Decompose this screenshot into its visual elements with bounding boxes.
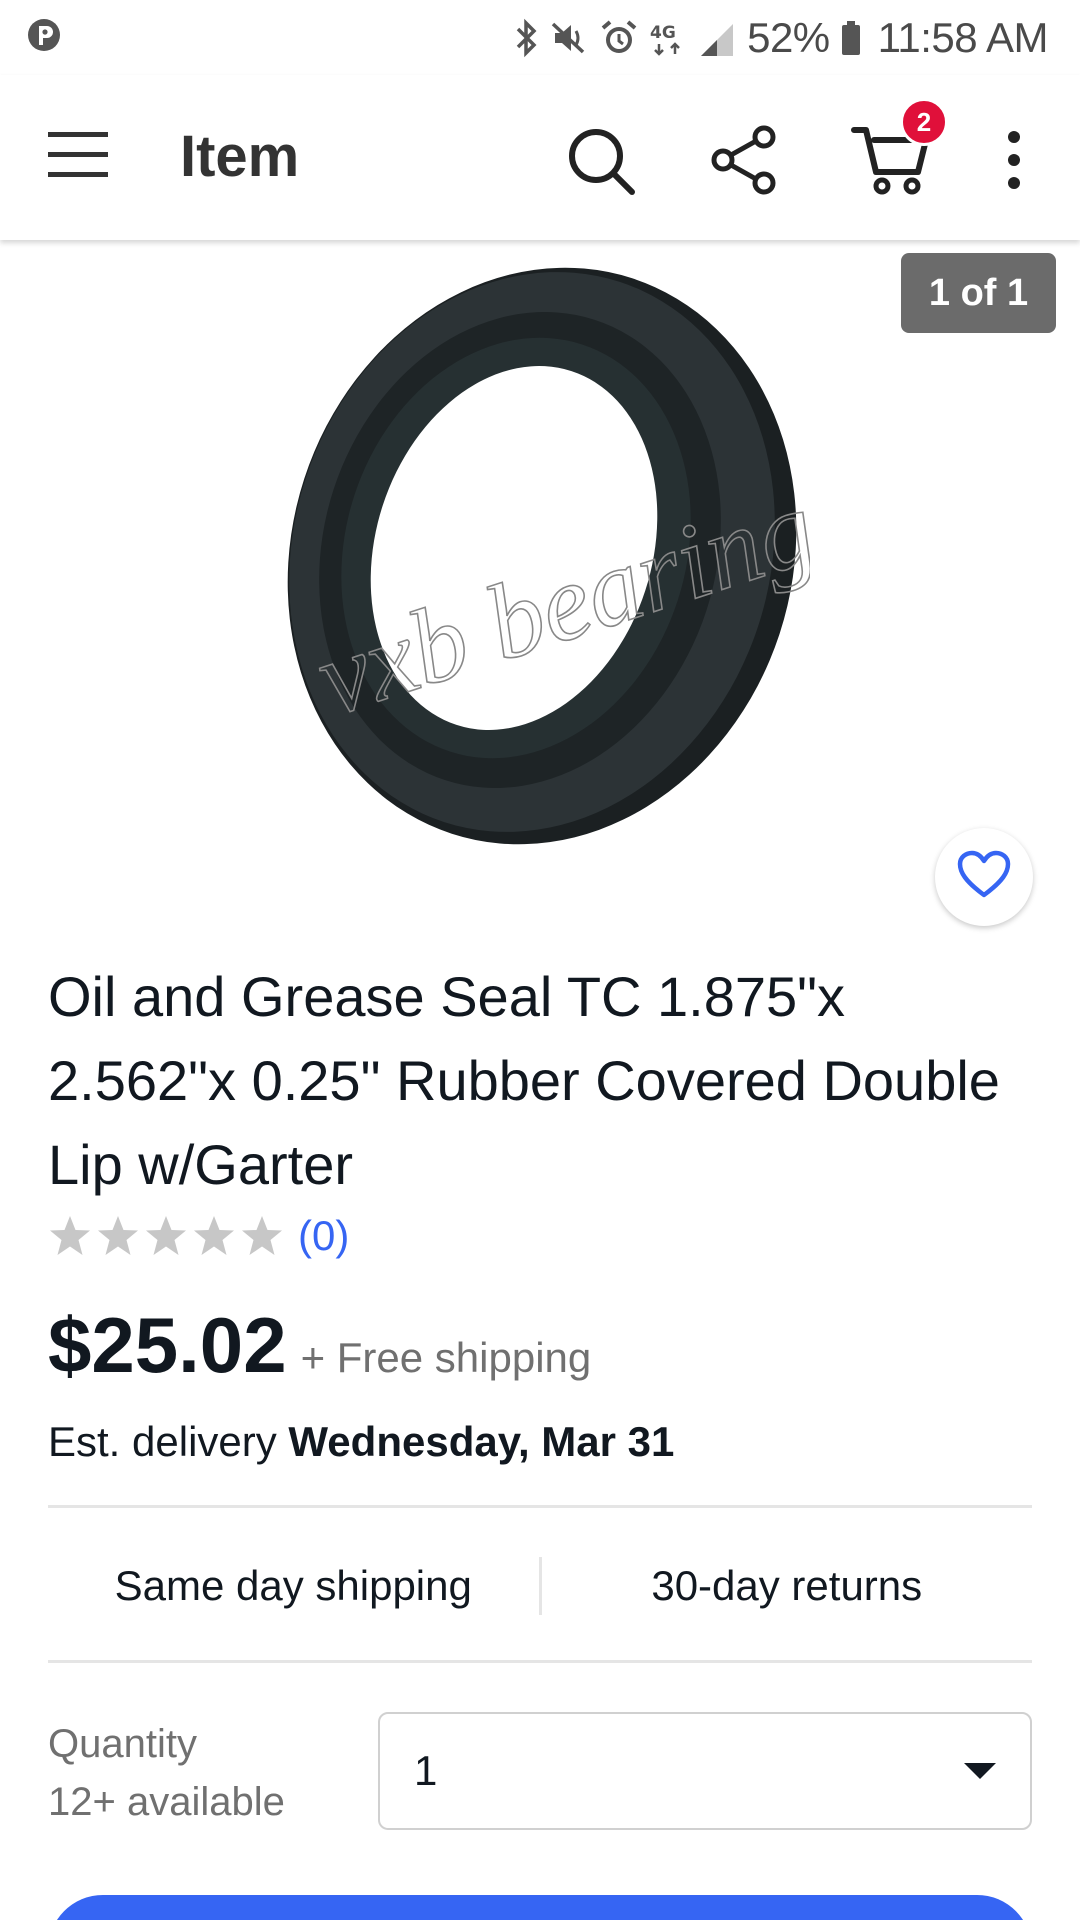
star-rating[interactable]: (0) [48,1212,349,1260]
price-row: $25.02 + Free shipping [48,1300,591,1391]
network-4g-icon: 4G [649,18,689,58]
estimated-delivery: Est. delivery Wednesday, Mar 31 [48,1418,674,1466]
cart-count-badge: 2 [900,98,948,146]
product-image[interactable]: vxb bearings [270,250,869,865]
star-icon [242,1216,282,1255]
delivery-date: Wednesday, Mar 31 [288,1418,675,1465]
delivery-label: Est. delivery [48,1418,289,1465]
signal-icon [699,18,737,58]
page-title: Item [180,124,300,189]
more-options-button[interactable] [994,120,1034,200]
star-icon [194,1216,234,1255]
star-icon [98,1216,138,1255]
product-title: Oil and Grease Seal TC 1.875"x 2.562"x 0… [48,965,1000,1196]
share-button[interactable] [705,120,785,200]
svg-text:4G: 4G [650,23,676,43]
returns-label: 30-day returns [651,1561,923,1609]
hamburger-menu-icon [44,132,116,189]
clock: 11:58 AM [877,13,1049,61]
buy-it-now-button[interactable] [48,1895,1032,1920]
quantity-select[interactable]: 1 [378,1712,1032,1830]
watch-button[interactable] [935,828,1033,926]
product-gallery[interactable]: vxb bearings [0,240,1080,940]
same-day-shipping-label: Same day shipping [114,1561,472,1609]
status-bar: 4G 52% 11:58 AM [0,0,1080,75]
caret-down-icon [964,1763,996,1779]
heart-icon [957,850,1011,905]
cart-icon [850,127,940,204]
battery-percent: 52% [747,13,830,61]
share-icon [705,125,785,204]
quantity-label: Quantity [48,1722,197,1766]
star-icon [50,1216,90,1255]
quantity-value: 1 [414,1747,438,1794]
app-bar: Item 2 [0,75,1080,240]
divider [48,1660,1032,1663]
mute-icon [549,18,589,58]
quantity-available: 12+ available [48,1780,285,1824]
image-counter-badge: 1 of 1 [901,253,1056,333]
alarm-icon [599,18,639,58]
notification-app-icon [26,17,62,58]
battery-icon [840,18,862,58]
bluetooth-icon [513,18,539,58]
star-icon [146,1216,186,1255]
more-vert-icon [994,131,1034,204]
menu-button[interactable] [44,125,116,185]
shipping-cost: + Free shipping [300,1334,592,1381]
features-row: Same day shipping 30-day returns [48,1508,1032,1663]
search-icon [560,129,640,204]
price: $25.02 [48,1301,287,1389]
search-button[interactable] [560,120,640,200]
review-count-link[interactable]: (0) [298,1212,349,1260]
